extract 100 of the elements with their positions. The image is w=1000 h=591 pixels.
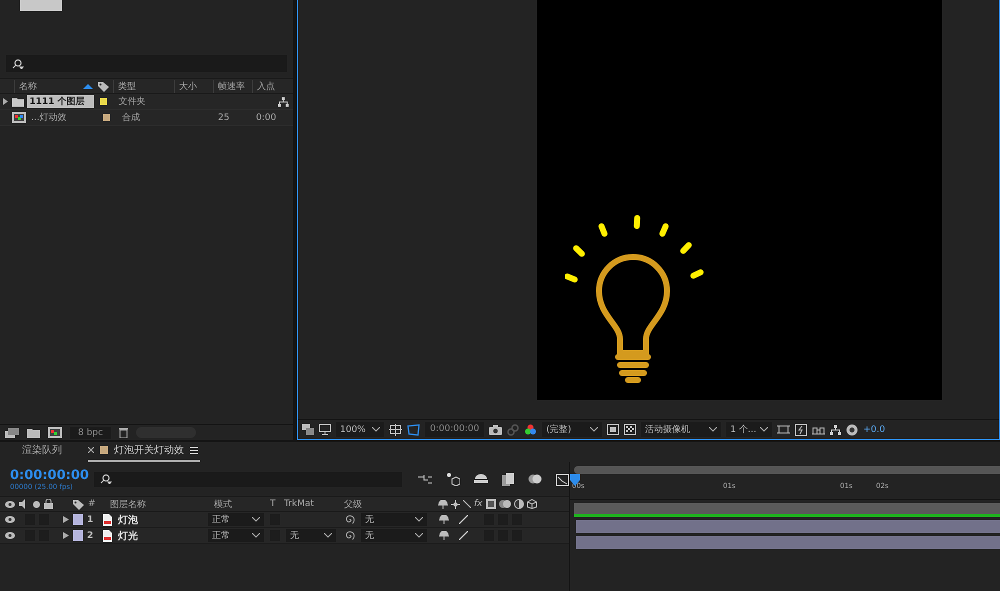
timecode-field[interactable]: 0:00:00:00: [425, 422, 484, 437]
search-field[interactable]: [94, 472, 402, 486]
column-header[interactable]: 入点: [252, 80, 285, 92]
lock-icon[interactable]: [44, 499, 53, 509]
frame-blending-icon: [486, 499, 496, 509]
track-matte-dropdown[interactable]: 无: [286, 529, 336, 542]
current-time[interactable]: 0:00:00:00: [10, 468, 94, 482]
graph-editor-icon[interactable]: [556, 472, 569, 486]
eye-icon[interactable]: [5, 500, 15, 508]
search-field[interactable]: [6, 55, 287, 72]
column-header[interactable]: 大小: [174, 80, 213, 92]
pick-whip-icon[interactable]: [344, 514, 355, 525]
bit-depth-button[interactable]: 8 bpc: [70, 426, 111, 438]
mode-dropdown[interactable]: 正常: [208, 529, 264, 542]
caret-icon: [760, 427, 768, 432]
column-header[interactable]: 类型: [113, 80, 174, 92]
resolution-dropdown[interactable]: (完整): [542, 422, 602, 437]
new-folder-icon[interactable]: [27, 428, 40, 438]
adjustment-layer-icon: [514, 499, 524, 509]
cube-icon: [526, 499, 536, 509]
column-header: 模式: [214, 498, 233, 510]
layer-number: 1: [87, 514, 94, 524]
layer-number: 2: [87, 530, 94, 540]
item-name[interactable]: ...灯动效: [29, 111, 97, 124]
composition-flowchart-icon[interactable]: [418, 473, 432, 485]
mode-dropdown[interactable]: 正常: [208, 513, 264, 526]
camera-dropdown[interactable]: 活动摄像机: [641, 422, 722, 437]
item-type: 合成: [122, 112, 141, 124]
column-header: TrkMat: [284, 499, 315, 509]
trash-icon[interactable]: [118, 427, 128, 438]
color-channels-icon[interactable]: [524, 424, 538, 436]
column-header[interactable]: 帧速率: [213, 80, 252, 92]
exposure-value[interactable]: +0.0: [863, 424, 886, 434]
eye-icon[interactable]: [5, 532, 15, 539]
shy-icon: [438, 500, 448, 508]
layer-name[interactable]: 灯光: [118, 528, 204, 542]
caret-icon: [252, 517, 260, 522]
fast-preview-icon[interactable]: [795, 424, 808, 436]
tab-label[interactable]: 灯泡开关灯动效: [114, 443, 184, 457]
file-icon: [103, 514, 112, 526]
caret-icon: [372, 427, 380, 432]
column-header: 父级: [344, 498, 363, 510]
sun-icon: [451, 500, 460, 508]
column-header[interactable]: 名称: [14, 80, 83, 92]
caret-icon: [590, 427, 598, 432]
item-name[interactable]: 1111 个图层: [27, 95, 94, 108]
label-color-swatch[interactable]: [73, 514, 83, 525]
view-layout-dropdown[interactable]: 1 个...: [726, 422, 772, 437]
safe-margins-icon[interactable]: [389, 424, 402, 436]
search-icon: [100, 474, 112, 484]
item-type: 文件夹: [118, 96, 147, 108]
label-tag-icon[interactable]: [73, 498, 84, 510]
exposure-icon[interactable]: [846, 424, 858, 436]
label-tag-icon: [98, 80, 109, 92]
pick-whip-icon[interactable]: [344, 530, 355, 541]
transparency-grid-icon[interactable]: [624, 424, 636, 435]
column-header: #: [88, 499, 97, 509]
motion-blur-icon[interactable]: [528, 473, 542, 485]
frame-blending-icon[interactable]: [502, 472, 514, 486]
composition-icon: [12, 112, 26, 123]
motion-blur-icon: [498, 499, 510, 509]
parent-dropdown[interactable]: 无: [361, 513, 427, 526]
region-of-interest-icon[interactable]: [607, 424, 620, 435]
new-composition-icon[interactable]: [48, 427, 62, 438]
eye-icon[interactable]: [5, 516, 15, 523]
caret-icon: [415, 517, 423, 522]
search-icon: [12, 58, 24, 68]
preview-options-icon[interactable]: [302, 424, 314, 435]
toggle-pixel-aspect-icon[interactable]: [777, 424, 790, 435]
label-color-swatch[interactable]: [103, 114, 110, 121]
draft-3d-icon[interactable]: [446, 472, 460, 486]
camera-icon[interactable]: [489, 424, 502, 434]
shy-icon[interactable]: [439, 531, 449, 540]
in-point: 0:00: [256, 112, 276, 122]
label-color-swatch[interactable]: [100, 98, 107, 105]
tab-label[interactable]: 渲染队列: [22, 443, 62, 457]
flowchart-icon[interactable]: [278, 96, 289, 106]
flowchart-icon[interactable]: [830, 424, 842, 434]
shy-icon[interactable]: [439, 515, 449, 524]
expand-arrow-icon[interactable]: [63, 516, 69, 523]
monitor-icon[interactable]: [319, 424, 331, 435]
shy-layers-icon[interactable]: [474, 473, 488, 485]
expand-arrow-icon[interactable]: [63, 532, 69, 539]
close-icon[interactable]: [88, 447, 94, 453]
solo-icon[interactable]: [33, 500, 40, 508]
file-icon: [103, 530, 112, 542]
label-color-swatch[interactable]: [73, 530, 83, 541]
parent-dropdown[interactable]: 无: [361, 529, 427, 542]
caret-icon: [252, 533, 260, 538]
panel-tab[interactable]: 灯泡开关灯动效: [88, 443, 200, 462]
mask-visibility-icon[interactable]: [407, 424, 420, 436]
menu-icon[interactable]: [190, 446, 198, 454]
caret-icon: [415, 533, 423, 538]
zoom-dropdown[interactable]: 100%: [336, 422, 384, 437]
thumbnail-placeholder: [20, 0, 62, 11]
frame-rate: 25: [218, 112, 230, 122]
interpret-footage-icon[interactable]: [5, 428, 19, 438]
layer-name[interactable]: 灯泡: [118, 512, 204, 526]
panel-tab[interactable]: 渲染队列: [22, 443, 64, 462]
column-header[interactable]: 图层名称: [110, 498, 210, 510]
